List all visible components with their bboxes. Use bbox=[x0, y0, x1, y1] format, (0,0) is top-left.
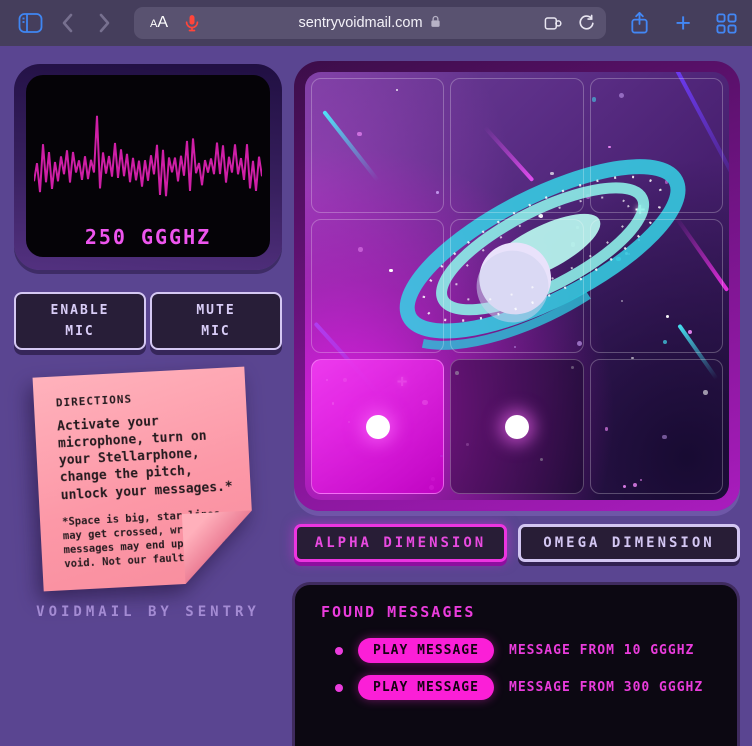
extensions-icon[interactable] bbox=[542, 13, 563, 33]
radio-screen: 250 GGGHZ bbox=[26, 75, 270, 257]
tab-overview-icon[interactable] bbox=[715, 12, 738, 35]
lock-icon bbox=[429, 14, 442, 33]
reader-mode-button[interactable]: AA bbox=[150, 14, 168, 32]
share-icon[interactable] bbox=[628, 10, 651, 36]
star-grid-cell-r1c1[interactable] bbox=[311, 78, 444, 213]
star-grid-cell-r3c1[interactable] bbox=[311, 359, 444, 494]
message-label: MESSAGE FROM 300 GGGHZ bbox=[509, 680, 703, 695]
star-grid-cell-r1c3[interactable] bbox=[590, 78, 723, 213]
message-row: PLAY MESSAGE MESSAGE FROM 10 GGGHZ bbox=[321, 638, 711, 663]
brand-tagline: VOIDMAIL BY SENTRY bbox=[14, 604, 282, 620]
directions-sticky-note: DIRECTIONS Activate your microphone, tur… bbox=[33, 367, 256, 592]
omega-dimension-button[interactable]: OMEGA DIMENSION bbox=[518, 524, 740, 562]
url-text: sentryvoidmail.com bbox=[298, 15, 422, 31]
reload-icon[interactable] bbox=[577, 13, 596, 33]
frequency-readout: 250 GGGHZ bbox=[26, 225, 270, 249]
message-label: MESSAGE FROM 10 GGGHZ bbox=[509, 643, 694, 658]
address-bar[interactable]: AA sentryvoidmail.com bbox=[134, 7, 606, 39]
play-message-button[interactable]: PLAY MESSAGE bbox=[358, 638, 494, 663]
stellarphone-radio: 250 GGGHZ bbox=[14, 64, 282, 270]
star-grid bbox=[311, 78, 723, 494]
message-row: PLAY MESSAGE MESSAGE FROM 300 GGGHZ bbox=[321, 675, 711, 700]
space-artwork: + + bbox=[305, 72, 729, 500]
star-grid-cell-r3c2[interactable] bbox=[450, 359, 583, 494]
star-grid-cell-r2c2[interactable] bbox=[450, 219, 583, 354]
star-grid-cell-r2c3[interactable] bbox=[590, 219, 723, 354]
star-grid-cell-r1c2[interactable] bbox=[450, 78, 583, 213]
message-orb bbox=[366, 415, 390, 439]
alpha-dimension-button[interactable]: ALPHA DIMENSION bbox=[294, 524, 507, 562]
waveform bbox=[34, 107, 262, 227]
microphone-icon[interactable] bbox=[182, 12, 202, 34]
note-heading: DIRECTIONS bbox=[56, 388, 228, 410]
mute-mic-button[interactable]: MUTE MIC bbox=[150, 292, 282, 350]
note-paper: DIRECTIONS Activate your microphone, tur… bbox=[33, 367, 256, 592]
voidmail-page: 250 GGGHZ ENABLE MIC MUTE MIC DIRECTIONS… bbox=[0, 46, 752, 746]
bullet-dot bbox=[335, 684, 343, 692]
star-map-panel: + + bbox=[294, 61, 740, 511]
back-icon[interactable] bbox=[57, 11, 79, 35]
forward-icon[interactable] bbox=[93, 11, 115, 35]
new-tab-icon[interactable]: + bbox=[675, 10, 691, 37]
found-messages-panel: FOUND MESSAGES PLAY MESSAGE MESSAGE FROM… bbox=[292, 582, 740, 746]
star-grid-cell-r2c1[interactable] bbox=[311, 219, 444, 354]
star-grid-cell-r3c3[interactable] bbox=[590, 359, 723, 494]
note-body: Activate your microphone, turn on your S… bbox=[57, 409, 237, 504]
note-corner-curl bbox=[182, 510, 256, 584]
play-message-button[interactable]: PLAY MESSAGE bbox=[358, 675, 494, 700]
enable-mic-button[interactable]: ENABLE MIC bbox=[14, 292, 146, 350]
url-display: sentryvoidmail.com bbox=[134, 14, 606, 33]
browser-toolbar: AA sentryvoidmail.com bbox=[0, 0, 752, 46]
message-orb bbox=[505, 415, 529, 439]
bullet-dot bbox=[335, 647, 343, 655]
found-messages-title: FOUND MESSAGES bbox=[321, 603, 711, 621]
sidebar-icon[interactable] bbox=[18, 12, 43, 34]
